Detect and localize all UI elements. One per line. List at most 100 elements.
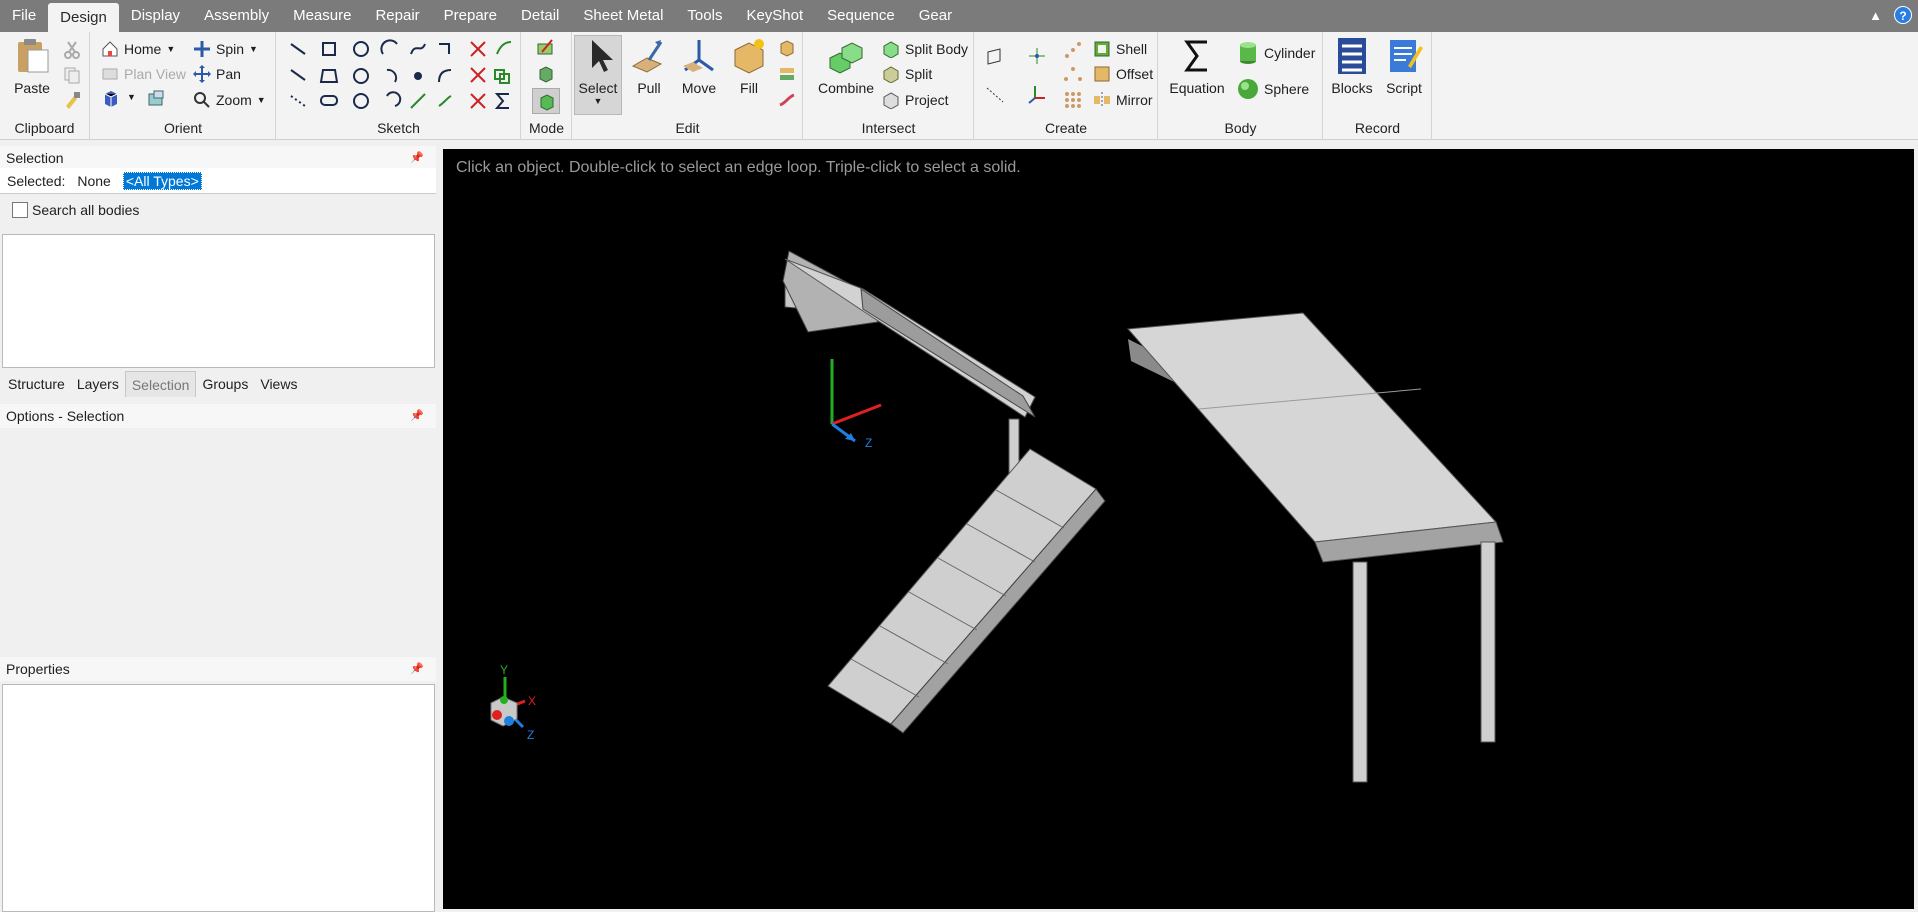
- landing-leg-front: [1352, 561, 1368, 783]
- group-sketch: Sketch: [277, 32, 521, 140]
- menu-sequence[interactable]: Sequence: [815, 0, 907, 32]
- pin-icon[interactable]: 📌: [410, 146, 424, 170]
- menu-prepare[interactable]: Prepare: [432, 0, 509, 32]
- circular-pattern-icon[interactable]: [1063, 66, 1083, 86]
- orientation-gizmo: [490, 677, 526, 729]
- blocks-button[interactable]: Blocks: [1328, 36, 1376, 96]
- menu-measure[interactable]: Measure: [281, 0, 363, 32]
- tab-structure[interactable]: Structure: [2, 371, 71, 397]
- menu-tools[interactable]: Tools: [675, 0, 734, 32]
- copy-icon[interactable]: [62, 65, 82, 85]
- plane-icon[interactable]: [985, 46, 1005, 66]
- pan-icon: [193, 65, 211, 83]
- select-button[interactable]: Select ▼: [574, 35, 622, 115]
- selection-panel-title: Selection: [6, 150, 64, 166]
- slot-tool-icon: [320, 95, 338, 106]
- select-arrow-icon: [592, 40, 613, 72]
- script-button[interactable]: Script: [1380, 36, 1428, 96]
- collapse-ribbon-icon[interactable]: ▲: [1869, 8, 1882, 23]
- dropdown-arrow-icon[interactable]: ▼: [127, 92, 136, 102]
- menu-repair[interactable]: Repair: [363, 0, 431, 32]
- axis-icon[interactable]: [985, 84, 1005, 104]
- sketch-mode-icon[interactable]: [536, 38, 556, 58]
- tab-views[interactable]: Views: [254, 371, 303, 397]
- pull-button[interactable]: Pull: [625, 36, 673, 96]
- sweep-arc-tool-icon: [386, 91, 402, 107]
- menu-assembly[interactable]: Assembly: [192, 0, 281, 32]
- gizmo-x-label: X: [528, 694, 536, 708]
- 3d-mode-icon: [540, 94, 554, 111]
- menu-keyshot[interactable]: KeyShot: [734, 0, 815, 32]
- grid-pattern-icon[interactable]: [1063, 90, 1083, 110]
- combine-button[interactable]: Combine: [818, 36, 874, 96]
- pin-icon[interactable]: 📌: [410, 404, 424, 428]
- home-icon: [102, 41, 118, 57]
- tweak-face-icon[interactable]: [777, 64, 797, 84]
- offset-icon: [1094, 66, 1110, 82]
- coordinate-system-icon[interactable]: [1027, 84, 1047, 104]
- tab-selection[interactable]: Selection: [124, 371, 197, 397]
- search-all-bodies-checkbox[interactable]: [12, 202, 28, 218]
- menu-gear[interactable]: Gear: [907, 0, 964, 32]
- blend-icon[interactable]: [777, 90, 797, 110]
- zoom-extents-icon[interactable]: [146, 89, 166, 109]
- circle-tool-icon: [353, 41, 369, 57]
- mirror-button[interactable]: Mirror: [1093, 89, 1153, 111]
- pan-button[interactable]: Pan: [193, 63, 241, 85]
- sweep-arc-icon: [439, 43, 450, 54]
- format-painter-icon[interactable]: [62, 90, 82, 110]
- type-filter-dropdown[interactable]: <All Types>: [122, 171, 202, 190]
- help-icon[interactable]: ?: [1894, 6, 1912, 24]
- properties-grid[interactable]: [2, 684, 435, 912]
- offset-curve-icon: [494, 69, 510, 84]
- project-button[interactable]: Project: [882, 89, 949, 111]
- view-cube-icon[interactable]: [101, 89, 121, 109]
- plan-view-icon: [102, 68, 118, 80]
- upper-flight-stringer: [860, 288, 1036, 418]
- paste-button[interactable]: Paste: [8, 36, 56, 96]
- offset-button[interactable]: Offset: [1093, 63, 1153, 85]
- move-icon: [683, 40, 714, 72]
- sphere-button[interactable]: Sphere: [1237, 78, 1309, 100]
- split-body-button[interactable]: Split Body: [882, 38, 968, 60]
- plan-view-button[interactable]: Plan View: [101, 63, 186, 85]
- selection-results-list[interactable]: [2, 234, 435, 368]
- cut-icon[interactable]: [62, 40, 82, 60]
- split-body-icon: [883, 41, 899, 58]
- pin-icon[interactable]: 📌: [410, 657, 424, 681]
- combine-icon: [829, 42, 863, 74]
- fill-button[interactable]: Fill: [725, 36, 773, 96]
- tab-layers[interactable]: Layers: [71, 371, 125, 397]
- sigma-icon: [494, 93, 509, 109]
- search-all-bodies-label: Search all bodies: [32, 202, 140, 218]
- split-line-icon: [438, 95, 452, 107]
- menu-sheet-metal[interactable]: Sheet Metal: [571, 0, 675, 32]
- staircase-model[interactable]: Z Y X Z: [443, 149, 1914, 909]
- section-mode-icon[interactable]: [536, 64, 556, 84]
- trim-tool-icon: [470, 41, 486, 57]
- project-icon: [883, 92, 899, 109]
- point-pattern-icon[interactable]: [1063, 40, 1083, 60]
- split-button[interactable]: Split: [882, 63, 932, 85]
- menu-detail[interactable]: Detail: [509, 0, 571, 32]
- menu-design[interactable]: Design: [48, 3, 119, 32]
- blocks-icon: [1338, 38, 1366, 74]
- shell-button[interactable]: Shell: [1093, 38, 1147, 60]
- group-orient: Home ▼ Plan View ▼ Spin ▼ Pan Zoom ▼ Orient: [91, 32, 276, 140]
- dropdown-arrow-icon: ▼: [249, 44, 258, 54]
- zoom-button[interactable]: Zoom ▼: [193, 89, 266, 111]
- spin-button[interactable]: Spin ▼: [193, 38, 258, 60]
- 3d-mode-button[interactable]: [532, 88, 560, 114]
- menu-file[interactable]: File: [0, 0, 48, 32]
- equation-button[interactable]: Equation: [1167, 36, 1227, 96]
- move-button[interactable]: Move: [675, 36, 723, 96]
- dropdown-arrow-icon: ▼: [593, 96, 603, 106]
- home-button[interactable]: Home ▼: [101, 38, 175, 60]
- ellipse-tool-icon: [353, 68, 369, 84]
- menu-display[interactable]: Display: [119, 0, 192, 32]
- origin-icon[interactable]: [1027, 46, 1047, 66]
- tab-groups[interactable]: Groups: [196, 371, 254, 397]
- cylinder-button[interactable]: Cylinder: [1237, 42, 1315, 64]
- replace-face-icon[interactable]: [777, 38, 797, 58]
- 3d-viewport[interactable]: Click an object. Double-click to select …: [443, 149, 1914, 909]
